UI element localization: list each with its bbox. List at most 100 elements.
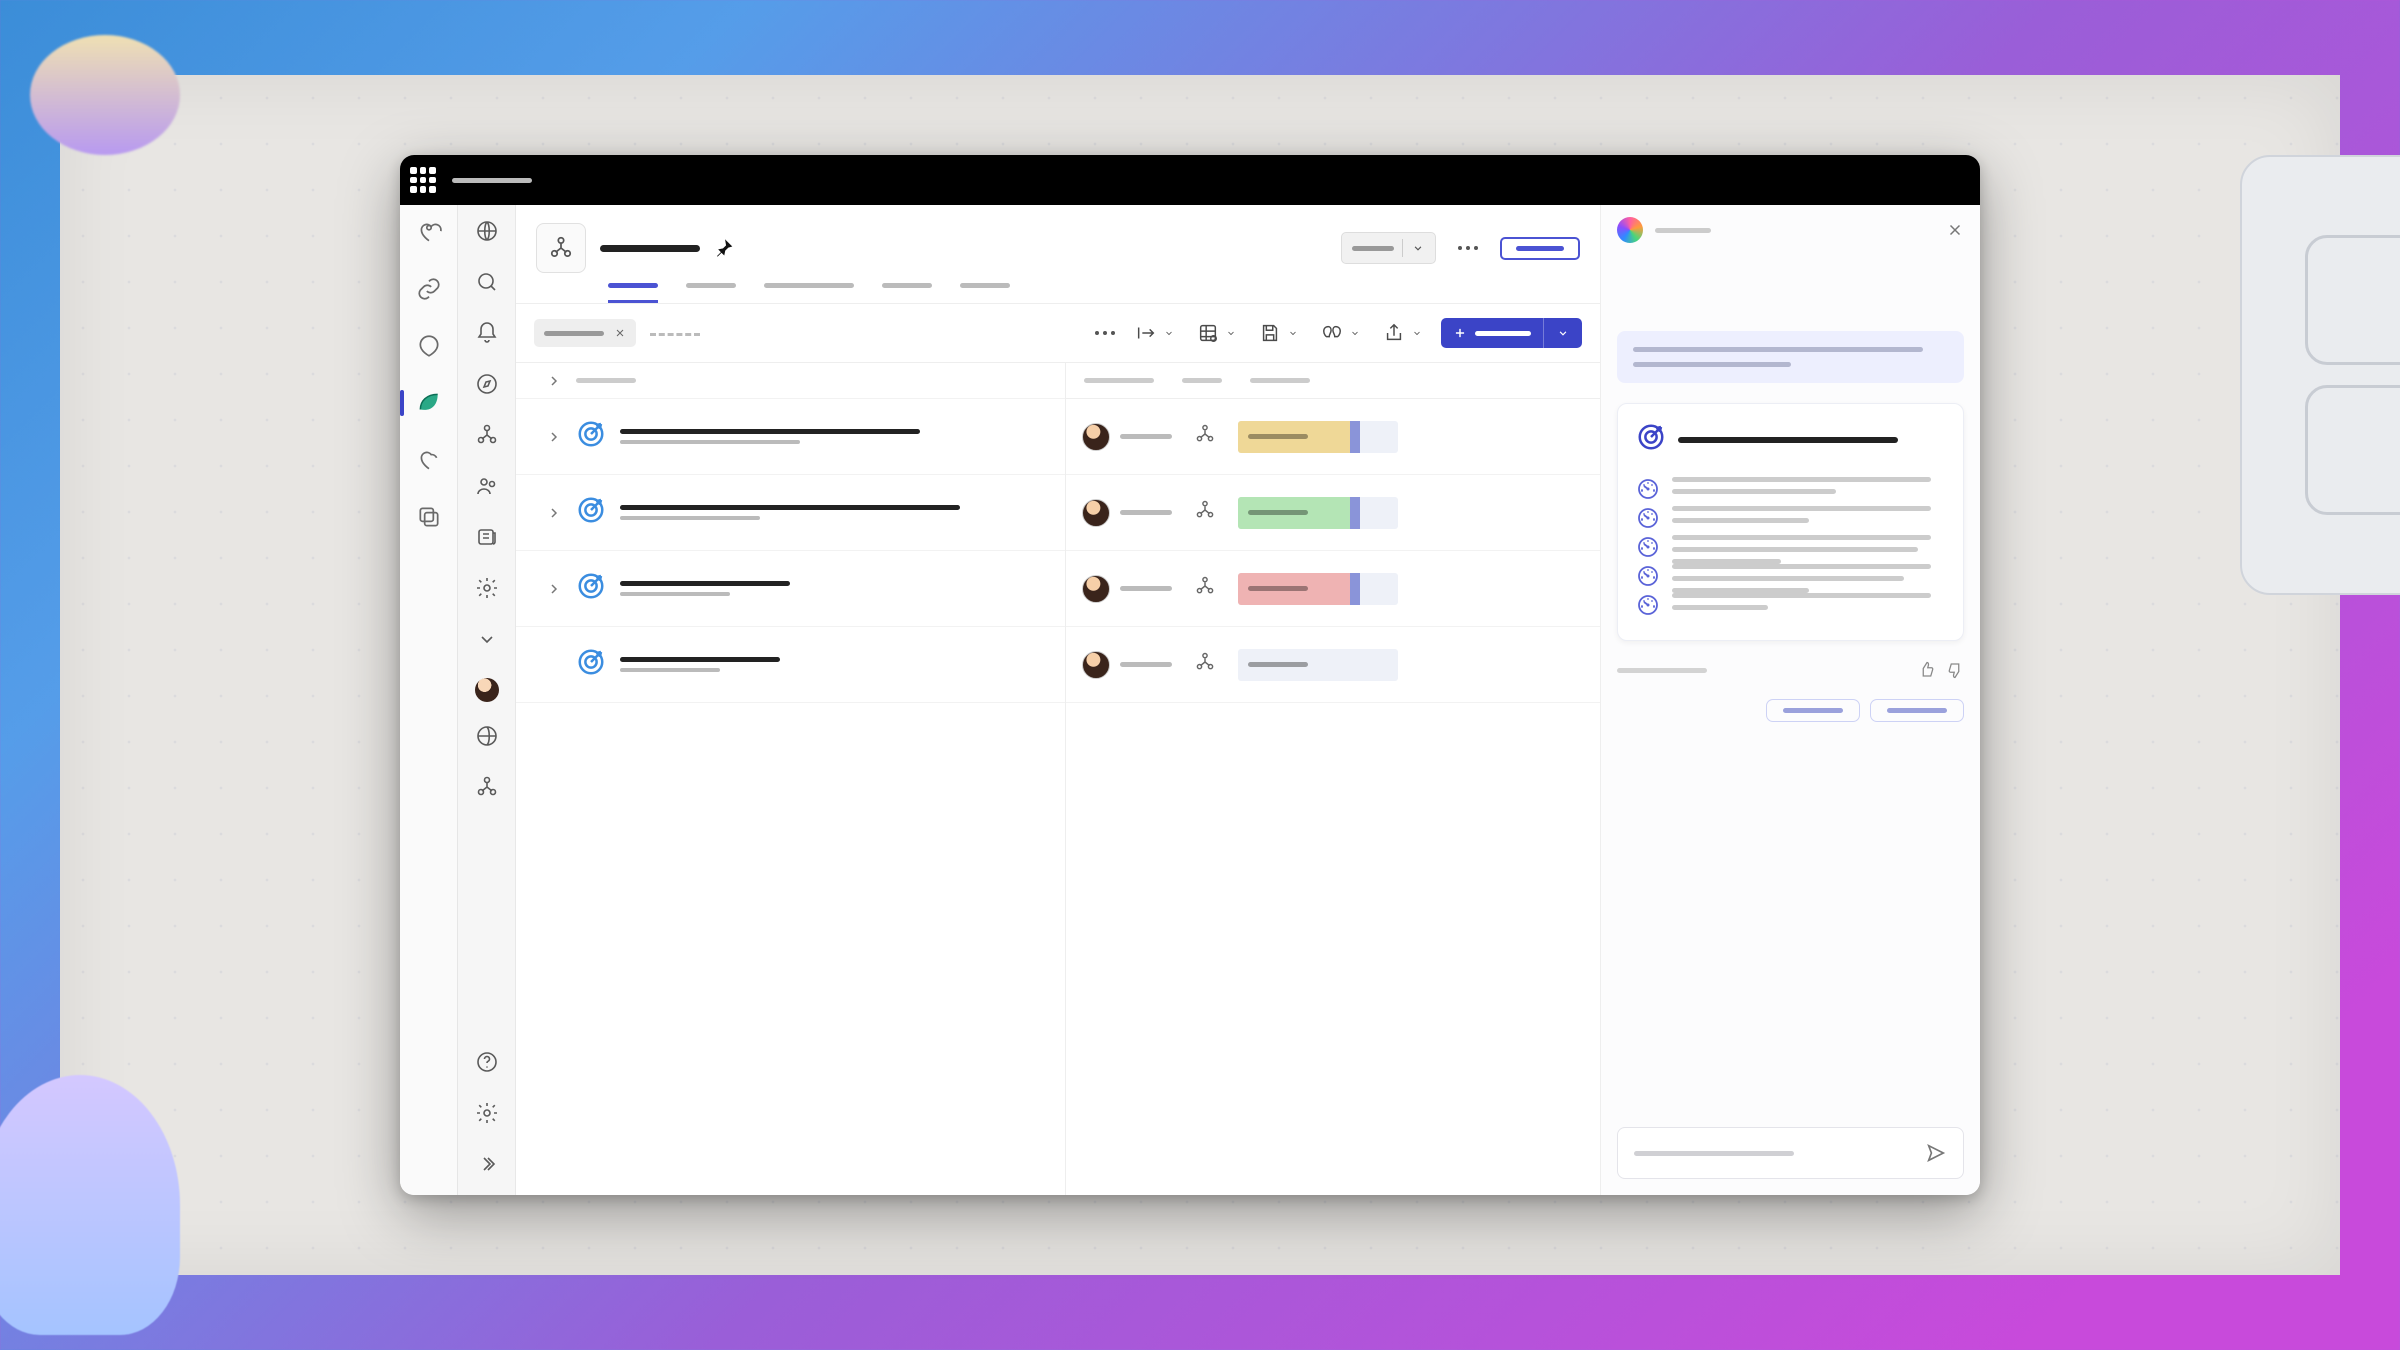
- key-result-item[interactable]: [1636, 593, 1945, 622]
- nav-gear-icon[interactable]: [475, 576, 499, 605]
- view-dropdown[interactable]: [1341, 232, 1436, 264]
- main-area: [516, 205, 1600, 1195]
- nav-bell-icon[interactable]: [475, 321, 499, 350]
- nav-search-icon[interactable]: [475, 270, 499, 299]
- tab-5[interactable]: [960, 283, 1010, 303]
- toolbar: [516, 304, 1600, 363]
- tabs: [536, 283, 1580, 303]
- team-cell[interactable]: [1194, 575, 1216, 602]
- key-result-item[interactable]: [1636, 564, 1945, 593]
- tab-1[interactable]: [608, 283, 658, 303]
- toolbar-save[interactable]: [1255, 318, 1303, 348]
- input-placeholder: [1634, 1151, 1794, 1156]
- goal-title: [620, 581, 790, 596]
- nav-chevron-down-icon[interactable]: [475, 627, 499, 656]
- key-result-item[interactable]: [1636, 477, 1945, 506]
- nav-people-icon[interactable]: [475, 474, 499, 503]
- user-prompt-bubble: [1617, 331, 1964, 383]
- column-headers: [1066, 363, 1600, 399]
- goal-title: [620, 429, 920, 444]
- nav-org2-icon[interactable]: [475, 775, 499, 804]
- rail-item-heart[interactable]: [416, 447, 442, 478]
- response-meta: [1617, 661, 1964, 679]
- copilot-response-card: [1617, 403, 1964, 641]
- app-rail: [400, 205, 458, 1195]
- nav-help-icon[interactable]: [475, 1050, 499, 1079]
- target-icon: [1636, 422, 1666, 457]
- app-window: [400, 155, 1980, 1195]
- rail-item-viva[interactable]: [416, 390, 442, 421]
- nav-compass-icon[interactable]: [475, 372, 499, 401]
- background-stage: [60, 75, 2340, 1275]
- data-grid: [516, 363, 1600, 1195]
- suggestion-1[interactable]: [1766, 699, 1860, 722]
- decor-blob-top: [30, 35, 180, 155]
- more-button[interactable]: [1450, 238, 1486, 258]
- nav-news-icon[interactable]: [475, 525, 499, 554]
- toolbar-share[interactable]: [1379, 318, 1427, 348]
- status-cell[interactable]: [1238, 649, 1398, 681]
- avatar-icon: [1082, 651, 1110, 679]
- owner-cell[interactable]: [1082, 651, 1172, 679]
- titlebar: [400, 155, 1980, 205]
- header-action-button[interactable]: [1500, 237, 1580, 260]
- goal-title: [620, 505, 960, 520]
- pin-icon[interactable]: [714, 238, 734, 258]
- toolbar-more[interactable]: [1093, 329, 1117, 337]
- chevron-right-icon[interactable]: [546, 581, 562, 597]
- owner-cell[interactable]: [1082, 575, 1172, 603]
- owner-cell[interactable]: [1082, 499, 1172, 527]
- nav-org-icon[interactable]: [475, 423, 499, 452]
- close-panel-icon[interactable]: [1946, 221, 1964, 239]
- target-icon: [576, 495, 606, 530]
- gauge-icon: [1636, 506, 1660, 535]
- owner-cell[interactable]: [1082, 423, 1172, 451]
- toolbar-copilot[interactable]: [1317, 318, 1365, 348]
- toolbar-grid[interactable]: [1193, 318, 1241, 348]
- column-team[interactable]: [1182, 378, 1222, 383]
- page-icon-org: [536, 223, 586, 273]
- nav-globe-icon[interactable]: [475, 219, 499, 248]
- add-button[interactable]: [1441, 318, 1582, 348]
- suggestion-2[interactable]: [1870, 699, 1964, 722]
- gauge-icon: [1636, 564, 1660, 593]
- status-cell[interactable]: [1238, 573, 1398, 605]
- nav-settings-icon[interactable]: [475, 1101, 499, 1130]
- copilot-input[interactable]: [1617, 1127, 1964, 1179]
- avatar-icon: [1082, 575, 1110, 603]
- thumbs-up-icon[interactable]: [1918, 661, 1936, 679]
- target-icon: [576, 419, 606, 454]
- rail-item-copy[interactable]: [416, 504, 442, 535]
- chevron-right-icon[interactable]: [546, 505, 562, 521]
- tab-3[interactable]: [764, 283, 854, 303]
- thumbs-down-icon[interactable]: [1946, 661, 1964, 679]
- status-cell[interactable]: [1238, 497, 1398, 529]
- target-icon: [576, 647, 606, 682]
- tab-2[interactable]: [686, 283, 736, 303]
- goal-row[interactable]: [516, 399, 1065, 475]
- rail-item-home[interactable]: [416, 219, 442, 250]
- chevron-right-icon[interactable]: [546, 429, 562, 445]
- tab-4[interactable]: [882, 283, 932, 303]
- toolbar-outdent[interactable]: [1131, 318, 1179, 348]
- rail-item-link[interactable]: [416, 276, 442, 307]
- rail-item-shape[interactable]: [416, 333, 442, 364]
- filter-chip[interactable]: [534, 319, 636, 347]
- team-cell[interactable]: [1194, 423, 1216, 450]
- nav-globe2-icon[interactable]: [475, 724, 499, 753]
- goal-row[interactable]: [516, 475, 1065, 551]
- goal-row[interactable]: [516, 627, 1065, 703]
- key-result-item[interactable]: [1636, 535, 1945, 564]
- column-owner[interactable]: [1084, 378, 1154, 383]
- key-result-item[interactable]: [1636, 506, 1945, 535]
- team-cell[interactable]: [1194, 651, 1216, 678]
- app-launcher-icon[interactable]: [410, 167, 436, 193]
- nav-avatar[interactable]: [475, 678, 499, 702]
- group-header[interactable]: [516, 363, 1065, 399]
- team-cell[interactable]: [1194, 499, 1216, 526]
- send-icon[interactable]: [1925, 1142, 1947, 1164]
- column-status[interactable]: [1250, 378, 1310, 383]
- status-cell[interactable]: [1238, 421, 1398, 453]
- nav-expand-icon[interactable]: [475, 1152, 499, 1181]
- goal-row[interactable]: [516, 551, 1065, 627]
